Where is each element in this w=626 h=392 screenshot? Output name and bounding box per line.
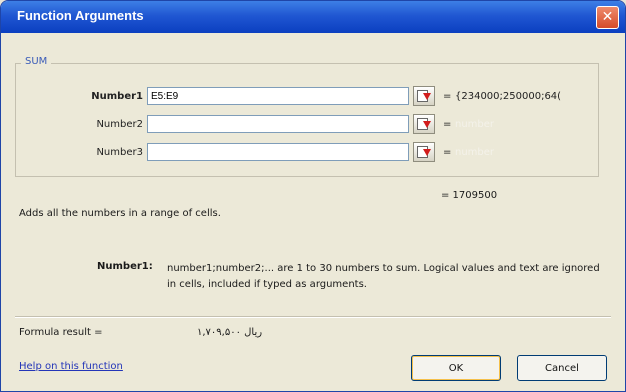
collapse-dialog-button-number1[interactable] — [413, 86, 435, 106]
argument-label-number3: Number3 — [96, 147, 143, 158]
argument-input-number3[interactable] — [147, 143, 409, 161]
collapse-dialog-button-number3[interactable] — [413, 142, 435, 162]
argument-result-number1: {234000;250000;64( — [455, 91, 562, 102]
argument-input-number2[interactable] — [147, 115, 409, 133]
function-name: SUM — [21, 56, 52, 67]
argument-result-number3: number — [455, 147, 495, 158]
total-result: = 1709500 — [441, 190, 498, 201]
divider — [15, 316, 611, 318]
dialog-title: Function Arguments — [17, 8, 144, 23]
argument-description-text: number1;number2;... are 1 to 30 numbers … — [167, 263, 600, 290]
title-bar[interactable]: Function Arguments ✕ — [1, 1, 625, 33]
equals-sign: = — [443, 119, 452, 130]
red-arrow-icon — [423, 93, 431, 100]
cancel-button[interactable]: Cancel — [517, 355, 607, 381]
equals-sign: = — [443, 147, 452, 158]
function-arguments-dialog: Function Arguments ✕ SUM Number1 = {2340… — [0, 0, 626, 392]
argument-input-number1[interactable] — [147, 87, 409, 105]
argument-result-number2: number — [455, 119, 495, 130]
red-arrow-icon — [423, 121, 431, 128]
formula-result-label: Formula result = — [19, 327, 103, 338]
argument-description-label: Number1: — [97, 261, 153, 272]
equals-sign: = — [443, 91, 452, 102]
help-on-function-link[interactable]: Help on this function — [19, 361, 123, 372]
ok-button[interactable]: OK — [411, 355, 501, 381]
argument-label-number1: Number1 — [91, 91, 143, 102]
close-icon[interactable]: ✕ — [596, 6, 619, 29]
collapse-dialog-button-number2[interactable] — [413, 114, 435, 134]
red-arrow-icon — [423, 149, 431, 156]
formula-result-value: ۱,۷۰۹,۵۰۰ ریال — [197, 327, 263, 338]
function-description: Adds all the numbers in a range of cells… — [19, 208, 221, 219]
argument-label-number2: Number2 — [96, 119, 143, 130]
